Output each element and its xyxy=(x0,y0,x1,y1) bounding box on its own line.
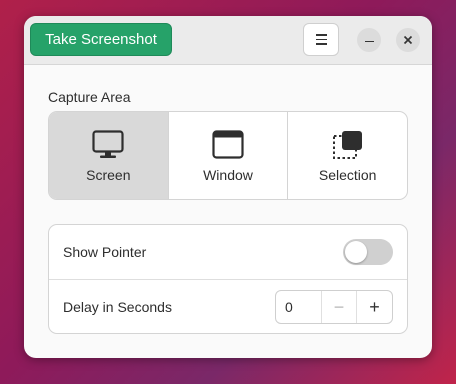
delay-increment-button[interactable]: + xyxy=(357,291,392,323)
mode-window-button[interactable]: Window xyxy=(169,112,289,199)
delay-spinbutton: 0 − + xyxy=(275,290,393,324)
header-bar: Take Screenshot xyxy=(24,16,432,65)
mode-selection-button[interactable]: Selection xyxy=(288,112,407,199)
delay-decrement-button[interactable]: − xyxy=(322,291,357,323)
capture-area-label: Capture Area xyxy=(48,89,131,105)
show-pointer-label: Show Pointer xyxy=(63,244,147,260)
mode-screen-label: Screen xyxy=(86,167,131,183)
mode-window-label: Window xyxy=(203,167,253,183)
delay-label: Delay in Seconds xyxy=(63,299,172,315)
options-list: Show Pointer Delay in Seconds 0 − + xyxy=(48,224,408,334)
show-pointer-row: Show Pointer xyxy=(49,225,407,280)
close-icon xyxy=(403,35,413,45)
mode-screen-button[interactable]: Screen xyxy=(49,112,169,199)
show-pointer-toggle[interactable] xyxy=(343,239,393,265)
window-icon xyxy=(212,130,244,159)
hamburger-menu-icon xyxy=(315,34,327,45)
delay-value-input[interactable]: 0 xyxy=(276,291,322,323)
minimize-icon xyxy=(364,40,374,43)
screenshot-window: Take Screenshot Capture Area Screen Wind… xyxy=(24,16,432,358)
menu-button[interactable] xyxy=(303,23,339,56)
minimize-button[interactable] xyxy=(357,28,381,52)
mode-selection-label: Selection xyxy=(318,167,377,183)
monitor-icon xyxy=(92,130,124,158)
selection-icon xyxy=(332,131,362,159)
delay-row: Delay in Seconds 0 − + xyxy=(49,280,407,335)
capture-mode-selector: Screen Window Selection xyxy=(48,111,408,200)
close-button[interactable] xyxy=(396,28,420,52)
toggle-knob xyxy=(345,241,367,263)
take-screenshot-button[interactable]: Take Screenshot xyxy=(30,23,172,56)
